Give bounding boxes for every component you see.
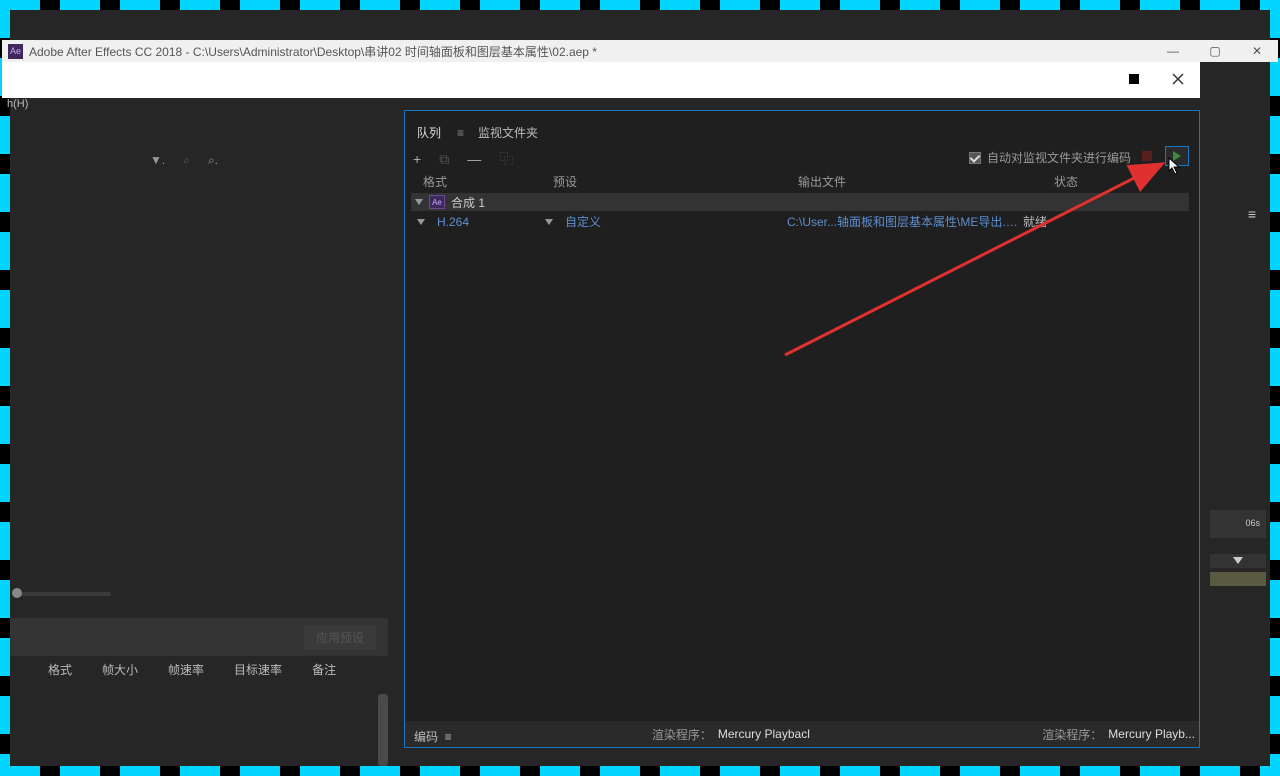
renderer-value[interactable]: Mercury Playbacl [718, 727, 810, 741]
output-row[interactable]: H.264 自定义 C:\User...轴面板和图层基本属性\ME导出.mp4 … [417, 213, 1189, 230]
renderer-value-2[interactable]: Mercury Playb... [1108, 727, 1195, 741]
apply-preset-bar: 应用预设 [10, 618, 388, 656]
col-format: 格式 [48, 661, 72, 678]
search-alt-icon[interactable]: ⌕. [208, 153, 218, 168]
ae-source-icon: Ae [429, 195, 445, 209]
ae-minimize-button[interactable]: — [1152, 44, 1194, 58]
renderer-label: 渲染程序： [652, 726, 712, 743]
auto-encode-toggle[interactable]: 自动对监视文件夹进行编码 [969, 149, 1131, 166]
help-menu-suffix: h(H) [7, 98, 28, 110]
tab-queue[interactable]: 队列 [413, 121, 445, 144]
timeline-block: 06s [1210, 510, 1266, 538]
preset-browser-panel: ▼. ⌕ ⌕. 应用预设 格式 帧大小 帧速率 目标速率 备注 [10, 110, 405, 766]
auto-encode-checkbox[interactable] [969, 152, 981, 164]
renderer-label-2: 渲染程序： [1042, 726, 1102, 743]
twirl-down-icon[interactable] [415, 199, 423, 205]
source-name: 合成 1 [451, 194, 485, 211]
timeline-clip [1210, 572, 1266, 586]
timeline-marker[interactable] [1210, 554, 1266, 568]
search-icon[interactable]: ⌕ [183, 153, 190, 168]
encoding-tab[interactable]: 编码 ≡ [414, 728, 452, 745]
col-header-format: 格式 [423, 173, 553, 190]
col-header-preset: 预设 [553, 173, 798, 190]
ae-maximize-button[interactable]: ▢ [1194, 44, 1236, 58]
ame-minimize-button[interactable] [1068, 72, 1112, 88]
apply-preset-button[interactable]: 应用预设 [304, 625, 376, 650]
ae-window-title: Adobe After Effects CC 2018 - C:\Users\A… [29, 43, 597, 60]
duplicate-button[interactable]: ⿻ [499, 149, 513, 169]
preset-link[interactable]: 自定义 [561, 213, 783, 230]
renderer-bar: 渲染程序： Mercury Playbacl 渲染程序： Mercury Pla… [405, 721, 1199, 747]
chevron-down-icon [1233, 557, 1243, 564]
auto-encode-label: 自动对监视文件夹进行编码 [987, 149, 1131, 166]
format-dropdown-icon[interactable] [417, 219, 425, 225]
thumbnail-size-slider[interactable] [16, 592, 111, 596]
mouse-cursor-icon [1168, 157, 1182, 175]
queue-toolbar: + ⧉ — ⿻ [413, 149, 513, 169]
col-framerate: 帧速率 [168, 661, 204, 678]
col-header-status: 状态 [1054, 173, 1174, 190]
timecode-label: 06s [1245, 518, 1260, 528]
col-bitrate: 目标速率 [234, 661, 282, 678]
ame-maximize-button[interactable] [1112, 72, 1156, 88]
col-notes: 备注 [312, 661, 336, 678]
tab-watch-folders[interactable]: 监视文件夹 [474, 121, 542, 144]
col-header-output: 输出文件 [798, 173, 1054, 190]
remove-button[interactable]: — [467, 151, 481, 167]
ae-title-bar: Ae Adobe After Effects CC 2018 - C:\User… [2, 40, 1278, 62]
ae-close-button[interactable]: ✕ [1236, 44, 1278, 58]
column-headers: 格式 预设 输出文件 状态 [423, 173, 1189, 190]
col-framesize: 帧大小 [102, 661, 138, 678]
preset-dropdown-icon[interactable] [545, 219, 553, 225]
preset-columns: 格式 帧大小 帧速率 目标速率 备注 [48, 661, 336, 678]
add-source-button[interactable]: + [413, 151, 421, 167]
source-row[interactable]: Ae 合成 1 [411, 193, 1189, 211]
status-text: 就绪 [1023, 213, 1047, 230]
format-link[interactable]: H.264 [433, 215, 541, 229]
preset-scrollbar[interactable] [378, 694, 388, 766]
ae-app-icon: Ae [8, 44, 23, 59]
add-output-button[interactable]: ⧉ [439, 151, 449, 168]
filter-icon[interactable]: ▼. [150, 153, 165, 167]
preset-toolbar: ▼. ⌕ ⌕. [10, 148, 405, 172]
tab-menu-icon[interactable]: ≡ [457, 126, 464, 140]
right-panel: ≡ 06s [1200, 110, 1270, 750]
ame-close-button[interactable] [1156, 72, 1200, 88]
stop-indicator-icon [1142, 151, 1152, 161]
panel-menu-icon[interactable]: ≡ [1248, 206, 1256, 222]
output-path-link[interactable]: C:\User...轴面板和图层基本属性\ME导出.mp4 [787, 213, 1019, 230]
ame-title-bar [2, 62, 1200, 98]
queue-panel: 队列 ≡ 监视文件夹 + ⧉ — ⿻ 自动对监视文件夹进行编码 格式 预设 输出… [404, 110, 1200, 748]
